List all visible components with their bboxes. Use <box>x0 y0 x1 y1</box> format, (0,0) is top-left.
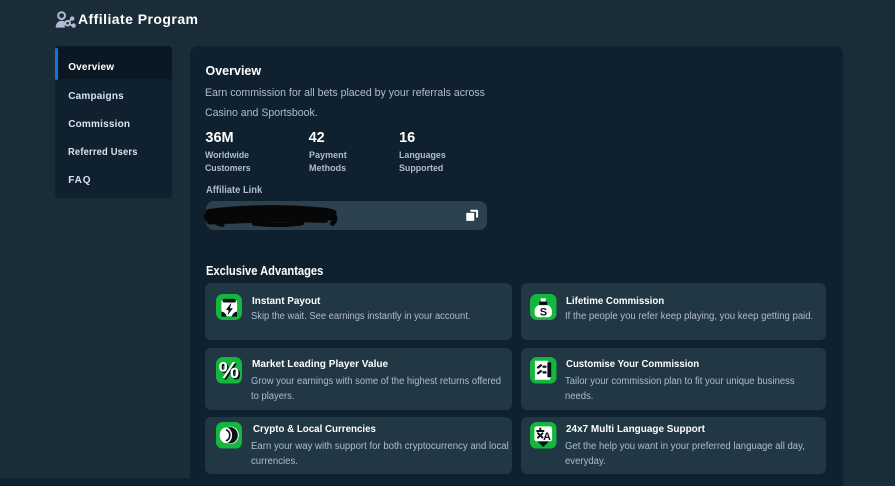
svg-text:%: % <box>218 357 238 383</box>
svg-text:A: A <box>543 431 551 443</box>
svg-text:S: S <box>540 306 547 318</box>
